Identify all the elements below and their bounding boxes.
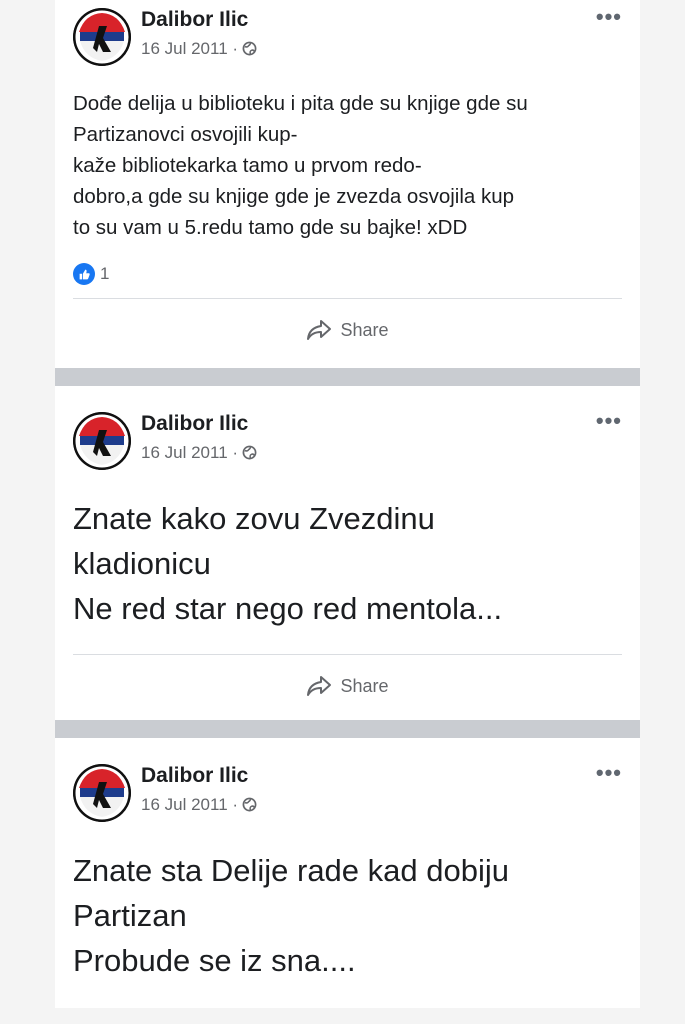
post-date-text[interactable]: 16 Jul 2011 ·	[141, 795, 238, 814]
post-text-line: kaže bibliotekarka tamo u prvom redo-	[73, 154, 422, 177]
post-text-line: dobro,a gde su knjige gde je zvezda osvo…	[73, 185, 515, 208]
post-text-line: to su vam u 5.redu tamo gde su bajke! xD…	[73, 216, 468, 239]
post-header: Dalibor Ilic 16 Jul 2011 · •••	[55, 756, 640, 822]
post-date[interactable]: 16 Jul 2011 ·	[141, 39, 257, 61]
share-button[interactable]: Share	[55, 655, 640, 717]
avatar[interactable]	[73, 764, 131, 822]
more-options-icon[interactable]: •••	[596, 760, 622, 786]
more-options-icon[interactable]: •••	[596, 4, 622, 30]
share-icon	[307, 676, 332, 696]
post-text-line: Partizan	[73, 898, 187, 933]
author-name[interactable]: Dalibor Ilic	[141, 412, 248, 436]
reaction-count: 1	[100, 264, 110, 283]
post-date-text[interactable]: 16 Jul 2011 ·	[141, 443, 238, 462]
post: Dalibor Ilic 16 Jul 2011 · ••• Znate kak…	[55, 386, 640, 720]
post-text-line: Probude se iz sna....	[73, 943, 356, 978]
post-text-line: Znate kako zovu Zvezdinu	[73, 501, 435, 536]
share-label: Share	[340, 319, 389, 340]
share-button[interactable]: Share	[55, 299, 640, 361]
author-name[interactable]: Dalibor Ilic	[141, 764, 248, 788]
post: Dalibor Ilic 16 Jul 2011 · ••• Znate sta…	[55, 738, 640, 1008]
avatar[interactable]	[73, 8, 131, 66]
post-date-text[interactable]: 16 Jul 2011 ·	[141, 39, 238, 58]
reactions-summary[interactable]: 1	[55, 243, 640, 289]
post-text-line: Znate sta Delije rade kad dobiju	[73, 853, 509, 888]
post-text: Znate kako zovu Zvezdinu kladionicu Ne r…	[55, 452, 640, 631]
post-text-line: Dođe delija u biblioteku i pita gde su k…	[73, 92, 528, 115]
share-label: Share	[340, 675, 389, 696]
post-text: Znate sta Delije rade kad dobiju Partiza…	[55, 804, 640, 983]
post-header: Dalibor Ilic 16 Jul 2011 · •••	[55, 0, 640, 66]
globe-icon	[242, 41, 257, 61]
post-text-line: kladionicu	[73, 546, 211, 581]
globe-icon	[242, 445, 257, 465]
more-options-icon[interactable]: •••	[596, 408, 622, 434]
author-name[interactable]: Dalibor Ilic	[141, 8, 248, 32]
post-separator	[55, 368, 640, 386]
like-icon	[73, 263, 95, 285]
post: Dalibor Ilic 16 Jul 2011 · ••• Dođe deli…	[55, 0, 640, 368]
post-separator	[55, 720, 640, 738]
share-icon	[307, 320, 332, 340]
post-header: Dalibor Ilic 16 Jul 2011 · •••	[55, 404, 640, 470]
post-date[interactable]: 16 Jul 2011 ·	[141, 795, 257, 817]
post-date[interactable]: 16 Jul 2011 ·	[141, 443, 257, 465]
avatar[interactable]	[73, 412, 131, 470]
globe-icon	[242, 797, 257, 817]
post-text: Dođe delija u biblioteku i pita gde su k…	[55, 66, 640, 243]
news-feed: Dalibor Ilic 16 Jul 2011 · ••• Dođe deli…	[55, 0, 640, 1008]
post-text-line: Partizanovci osvojili kup-	[73, 123, 298, 146]
post-text-line: Ne red star nego red mentola...	[73, 591, 503, 626]
